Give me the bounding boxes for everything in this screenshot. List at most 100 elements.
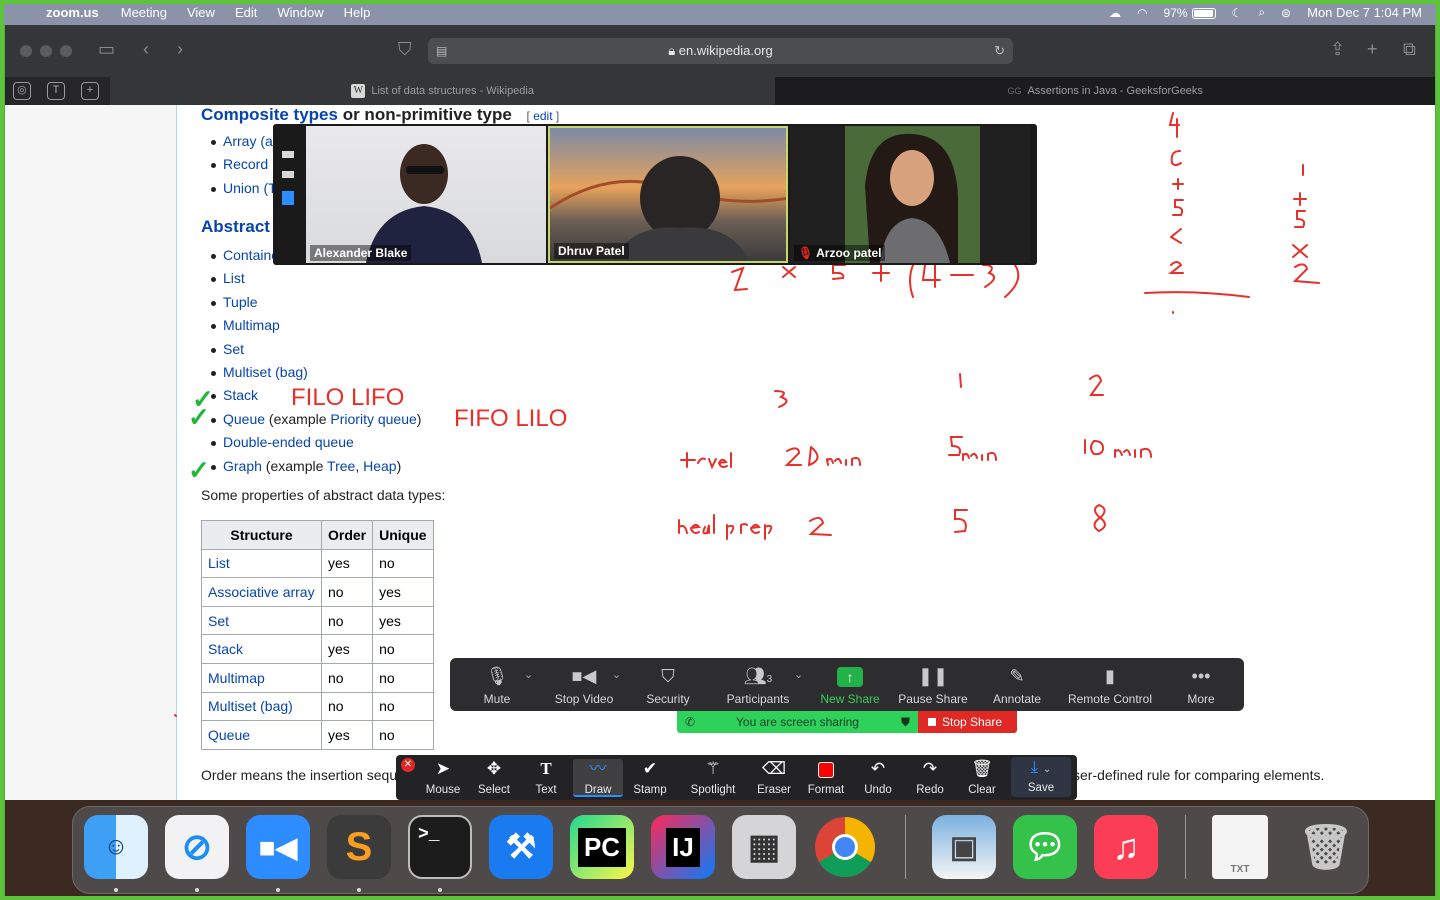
eraser-tool-button[interactable]: ⌫ Eraser <box>749 759 799 796</box>
close-window-button[interactable] <box>20 45 32 57</box>
menu-edit[interactable]: Edit <box>235 5 257 20</box>
redo-icon: ↷ <box>922 759 938 778</box>
trash-icon[interactable]: 🗑︎ <box>1294 815 1358 879</box>
undo-button[interactable]: ↶ Undo <box>853 759 903 796</box>
format-tool-button[interactable]: Format <box>801 759 851 796</box>
menu-window[interactable]: Window <box>277 5 323 20</box>
sidebar-icon[interactable]: ▭ <box>98 39 115 60</box>
text-tool-button[interactable]: T Text <box>521 759 571 796</box>
safari-icon[interactable]: ⊘ <box>165 815 229 879</box>
video-tile-arzoo[interactable]: 🎙︎ Arzoo patel <box>790 126 1030 263</box>
select-tool-button[interactable]: ✥ Select <box>469 759 519 796</box>
running-indicator <box>195 888 199 892</box>
minimize-window-button[interactable] <box>40 45 52 57</box>
menu-help[interactable]: Help <box>344 5 371 20</box>
clock[interactable]: Mon Dec 7 1:04 PM <box>1307 5 1422 20</box>
forward-icon[interactable]: › <box>177 39 183 60</box>
pinned-tab-icon: + <box>80 82 99 100</box>
stamp-tool-button[interactable]: ✔ Stamp <box>625 759 675 796</box>
more-label: More <box>1187 692 1215 706</box>
reload-icon[interactable]: ↻ <box>994 38 1005 64</box>
security-button[interactable]: ⛉ Security <box>640 664 696 708</box>
back-icon[interactable]: ‹ <box>143 39 149 60</box>
share-icon[interactable]: ⇪ <box>1330 39 1345 60</box>
lock-icon: 🔒︎ <box>668 43 676 58</box>
address-bar[interactable]: ▤ 🔒︎ en.wikipedia.org ↻ <box>428 38 1013 64</box>
new-share-button[interactable]: ↑ New Share <box>818 664 882 708</box>
ink-paren <box>1004 264 1020 298</box>
new-tab-icon[interactable]: + <box>1367 39 1378 60</box>
video-tile-alexander[interactable]: Alexander Blake <box>306 126 546 263</box>
pinned-tab-2[interactable]: T <box>39 77 73 105</box>
ink-digit <box>982 264 996 288</box>
moon-icon[interactable]: ☾ <box>1232 6 1243 20</box>
strip-single-view-icon[interactable] <box>282 171 294 178</box>
music-icon[interactable]: ♫ <box>1094 815 1158 879</box>
close-annotation-icon[interactable]: ✕ <box>401 758 415 772</box>
zoom-window-button[interactable] <box>60 45 72 57</box>
pycharm-icon[interactable]: PC <box>570 815 634 879</box>
ink-word-5min <box>948 436 997 461</box>
sharing-indicator[interactable]: ✆ You are screen sharing ⛊ <box>677 711 918 733</box>
stop-share-label: Stop Share <box>942 715 1003 729</box>
terminal-icon[interactable]: >_ <box>408 815 472 879</box>
spotlight-tool-button[interactable]: ⚚ Spotlight <box>687 759 739 796</box>
annotate-button[interactable]: ✎ Annotate <box>990 664 1044 708</box>
calculator-icon[interactable]: ▦ <box>732 815 796 879</box>
sublime-text-icon[interactable]: S <box>327 815 391 879</box>
menu-view[interactable]: View <box>187 5 215 20</box>
new-share-label: New Share <box>820 692 880 706</box>
ink-symbol <box>782 266 796 278</box>
participants-button[interactable]: 👥︎3 Participants <box>720 664 796 708</box>
mouse-tool-button[interactable]: ➤ Mouse <box>418 759 468 796</box>
pycharm-logo: PC <box>577 827 627 867</box>
preview-icon[interactable]: ▣ <box>932 815 996 879</box>
privacy-shield-icon[interactable]: ⛉ <box>398 39 412 60</box>
mute-button[interactable]: 🎙︎ Mute <box>472 664 522 708</box>
tab-geeksforgeeks[interactable]: GG Assertions in Java - GeeksforGeeks <box>775 77 1435 105</box>
zoom-icon[interactable]: ■◀ <box>246 815 310 879</box>
strip-gallery-view-icon[interactable] <box>282 191 294 198</box>
audio-options-chevron-icon[interactable]: ⌄ <box>524 668 533 681</box>
finder-icon[interactable]: ☺ <box>84 815 148 879</box>
intellij-icon[interactable]: IJ <box>651 815 715 879</box>
tab-wikipedia[interactable]: W List of data structures - Wikipedia <box>109 77 776 105</box>
more-button[interactable]: ••• More <box>1178 664 1224 708</box>
wifi-icon[interactable]: ◠ <box>1137 6 1147 20</box>
participant-name: Dhruv Patel <box>554 243 629 259</box>
security-label: Security <box>646 692 690 706</box>
video-camera-icon: ■◀ <box>571 666 597 686</box>
battery-percent[interactable]: 97% <box>1164 6 1216 20</box>
eraser-icon: ⌫ <box>761 759 787 778</box>
format-label: Format <box>807 784 845 796</box>
pinned-tab-3[interactable]: + <box>73 77 107 105</box>
share-phone-icon: ✆ <box>685 715 696 729</box>
menu-app-name[interactable]: zoom.us <box>46 5 99 20</box>
control-center-icon[interactable]: ⊜ <box>1281 6 1291 20</box>
participants-options-chevron-icon[interactable]: ⌄ <box>794 668 803 681</box>
video-options-chevron-icon[interactable]: ⌄ <box>612 668 621 681</box>
stop-video-button[interactable]: ■◀ Stop Video <box>548 664 620 708</box>
save-download-icon: ⤓ ⌄ <box>1030 757 1052 776</box>
txt-file-icon[interactable]: TXT <box>1212 815 1268 879</box>
tab-overview-icon[interactable]: ⧉ <box>1403 39 1416 60</box>
save-button[interactable]: ⤓ ⌄ Save <box>1011 757 1071 797</box>
stop-share-button[interactable]: Stop Share <box>918 711 1017 733</box>
spotlight-search-icon[interactable]: ⌕ <box>1258 5 1265 20</box>
pinned-tab-1[interactable]: ◎ <box>5 77 39 105</box>
draw-tool-button[interactable]: 〰 Draw <box>573 759 623 797</box>
strip-minimize-icon[interactable] <box>282 151 294 158</box>
chrome-icon[interactable] <box>813 815 877 879</box>
remote-control-button[interactable]: ▮ Remote Control <box>1064 664 1156 708</box>
clear-button[interactable]: 🗑︎ Clear <box>957 759 1007 796</box>
text-label: Text <box>535 784 557 796</box>
video-tile-dhruv[interactable]: Dhruv Patel <box>548 126 788 263</box>
cloud-upload-icon[interactable]: ☁ <box>1109 6 1121 20</box>
page-menu-icon[interactable]: ▤ <box>436 38 447 64</box>
menu-meeting[interactable]: Meeting <box>121 5 167 20</box>
messages-icon[interactable]: 💬︎ <box>1013 815 1077 879</box>
redo-button[interactable]: ↷ Redo <box>905 759 955 796</box>
more-dots-icon: ••• <box>1191 666 1211 686</box>
xcode-icon[interactable]: ⚒ <box>489 815 553 879</box>
pause-share-button[interactable]: ❚❚ Pause Share <box>897 664 969 708</box>
